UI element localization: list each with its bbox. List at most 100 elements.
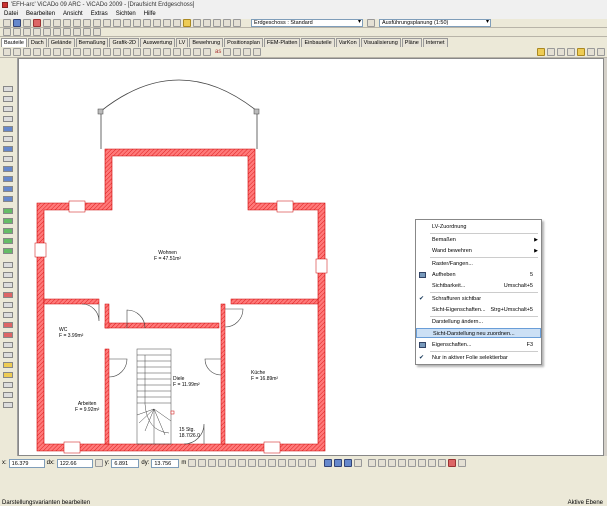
y-coordinate-input[interactable]: 6.891	[111, 458, 140, 468]
rotate-icon[interactable]	[73, 48, 81, 56]
scale-icon[interactable]	[83, 48, 91, 56]
furniture-tool-icon[interactable]	[3, 372, 13, 378]
save-icon[interactable]	[23, 19, 31, 27]
join-icon[interactable]	[143, 48, 151, 56]
insulation-tool-icon[interactable]	[3, 382, 13, 388]
label-tool-icon[interactable]	[3, 302, 13, 308]
view-tool-icon[interactable]	[3, 272, 13, 278]
snap-tangent-icon[interactable]	[238, 459, 247, 467]
railing-tool-icon[interactable]	[3, 392, 13, 398]
grass-tool-icon[interactable]	[3, 228, 13, 234]
tab-internet[interactable]: Internet	[422, 38, 448, 47]
cut-icon[interactable]	[63, 19, 71, 27]
menu-item-wand-bewehren[interactable]: Wand bewehren ▶	[416, 246, 541, 256]
extend-icon[interactable]	[103, 48, 111, 56]
stair-tool-icon[interactable]	[3, 156, 13, 162]
color-icon[interactable]	[547, 48, 555, 56]
refresh-icon[interactable]	[223, 19, 231, 27]
filter-6-icon[interactable]	[418, 459, 427, 467]
text-icon[interactable]	[63, 28, 71, 36]
erase-icon[interactable]	[203, 48, 211, 56]
print-icon[interactable]	[43, 19, 51, 27]
preview-icon[interactable]	[53, 19, 61, 27]
offset-icon[interactable]	[113, 48, 121, 56]
floor-select[interactable]: Erdgeschoss : Standard	[251, 19, 363, 27]
tab-auswertung[interactable]: Auswertung	[139, 38, 176, 47]
tab-fem-platten[interactable]: FEM-Platten	[263, 38, 301, 47]
fillet-icon[interactable]	[123, 48, 131, 56]
filter-5-icon[interactable]	[408, 459, 417, 467]
area-tool-icon[interactable]	[3, 248, 13, 254]
explode-icon[interactable]	[153, 48, 161, 56]
foundation-tool-icon[interactable]	[3, 186, 13, 192]
measure-icon[interactable]	[183, 48, 191, 56]
lock-icon[interactable]	[243, 48, 252, 56]
table-icon[interactable]	[43, 48, 51, 56]
style-icon[interactable]	[223, 48, 232, 56]
menu-item-bemassen[interactable]: Bemaßen ▶	[416, 235, 541, 245]
menu-hilfe[interactable]: Hilfe	[144, 11, 156, 17]
snap-intersect-icon[interactable]	[218, 459, 227, 467]
palette-icon[interactable]	[587, 48, 595, 56]
zoom-in-icon[interactable]	[123, 19, 131, 27]
snap-center-icon[interactable]	[208, 459, 217, 467]
paste-icon[interactable]	[83, 19, 91, 27]
dy-input[interactable]: 13.756	[151, 458, 180, 468]
tab-bewehrung[interactable]: Bewehrung	[189, 38, 224, 47]
tab-positionsplan[interactable]: Positionsplan	[224, 38, 263, 47]
tab-lv[interactable]: LV	[176, 38, 189, 47]
match-icon[interactable]	[193, 48, 201, 56]
tab-visualisierung[interactable]: Visualisierung	[360, 38, 401, 47]
rebar-tool-icon[interactable]	[3, 292, 13, 298]
section-tool-icon[interactable]	[3, 262, 13, 268]
filter-2-icon[interactable]	[378, 459, 387, 467]
menu-item-sicht-eigenschaften[interactable]: Sicht-Eigenschaften... Strg+Umschalt+5	[416, 305, 541, 315]
delete-icon[interactable]	[93, 19, 101, 27]
move-icon[interactable]	[53, 48, 61, 56]
text-tool-icon[interactable]	[23, 48, 31, 56]
tab-gelaende[interactable]: Gelände	[47, 38, 75, 47]
support-tool-icon[interactable]	[3, 332, 13, 338]
object-tool-icon[interactable]	[3, 362, 13, 368]
view-icon[interactable]	[213, 19, 221, 27]
tab-einbauteile[interactable]: Einbauteile	[301, 38, 335, 47]
tab-dach[interactable]: Dach	[27, 38, 47, 47]
menu-item-nur-aktive-folie[interactable]: ✔ Nur in aktiver Folie selektierbar	[416, 353, 541, 363]
terrain-tool-icon[interactable]	[3, 208, 13, 214]
view-mode-3-icon[interactable]	[344, 459, 353, 467]
snap-mid-icon[interactable]	[198, 459, 207, 467]
fill-icon[interactable]	[567, 48, 575, 56]
text-style-label[interactable]: as	[215, 49, 221, 55]
folder-icon[interactable]	[577, 48, 585, 56]
menu-extras[interactable]: Extras	[91, 11, 108, 17]
floor-tool-icon[interactable]	[3, 352, 13, 358]
menu-item-sicht-darstellung-neu-zuordnen[interactable]: Sicht-Darstellung neu zuordnen...	[416, 328, 541, 338]
tree-tool-icon[interactable]	[3, 238, 13, 244]
misc-tool-icon[interactable]	[3, 402, 13, 408]
polyline-icon[interactable]	[13, 28, 21, 36]
menu-bearbeiten[interactable]: Bearbeiten	[26, 11, 55, 17]
redo-icon[interactable]	[113, 19, 121, 27]
new-icon[interactable]	[3, 19, 11, 27]
filter-4-icon[interactable]	[398, 459, 407, 467]
tab-grafik-2d[interactable]: Grafik-2D	[109, 38, 139, 47]
plan-select[interactable]: Ausführungsplanung (1:50)	[379, 19, 491, 27]
trim-icon[interactable]	[93, 48, 101, 56]
undo-icon[interactable]	[103, 19, 111, 27]
layers-icon[interactable]	[233, 19, 241, 27]
pencil-icon[interactable]	[537, 48, 545, 56]
menu-item-darstellung-aendern[interactable]: Darstellung ändern...	[416, 317, 541, 327]
lock-x-icon[interactable]	[94, 459, 103, 467]
polar-icon[interactable]	[278, 459, 287, 467]
wall-tool-icon[interactable]	[3, 86, 13, 92]
copy-icon[interactable]	[73, 19, 81, 27]
tab-bauteile[interactable]: Bauteile	[1, 38, 27, 47]
tab-varkon[interactable]: VarKon	[335, 38, 360, 47]
snap-near-icon[interactable]	[248, 459, 257, 467]
snap-grid-icon[interactable]	[258, 459, 267, 467]
menu-item-eigenschaften[interactable]: Eigenschaften... F3	[416, 340, 541, 350]
layer-icon[interactable]	[173, 19, 181, 27]
menu-item-schraffuren-sichtbar[interactable]: ✔ Schraffuren sichtbar	[416, 294, 541, 304]
symbol-icon[interactable]	[83, 28, 91, 36]
menu-item-lv-zuordnung[interactable]: LV-Zuordnung	[416, 222, 541, 232]
